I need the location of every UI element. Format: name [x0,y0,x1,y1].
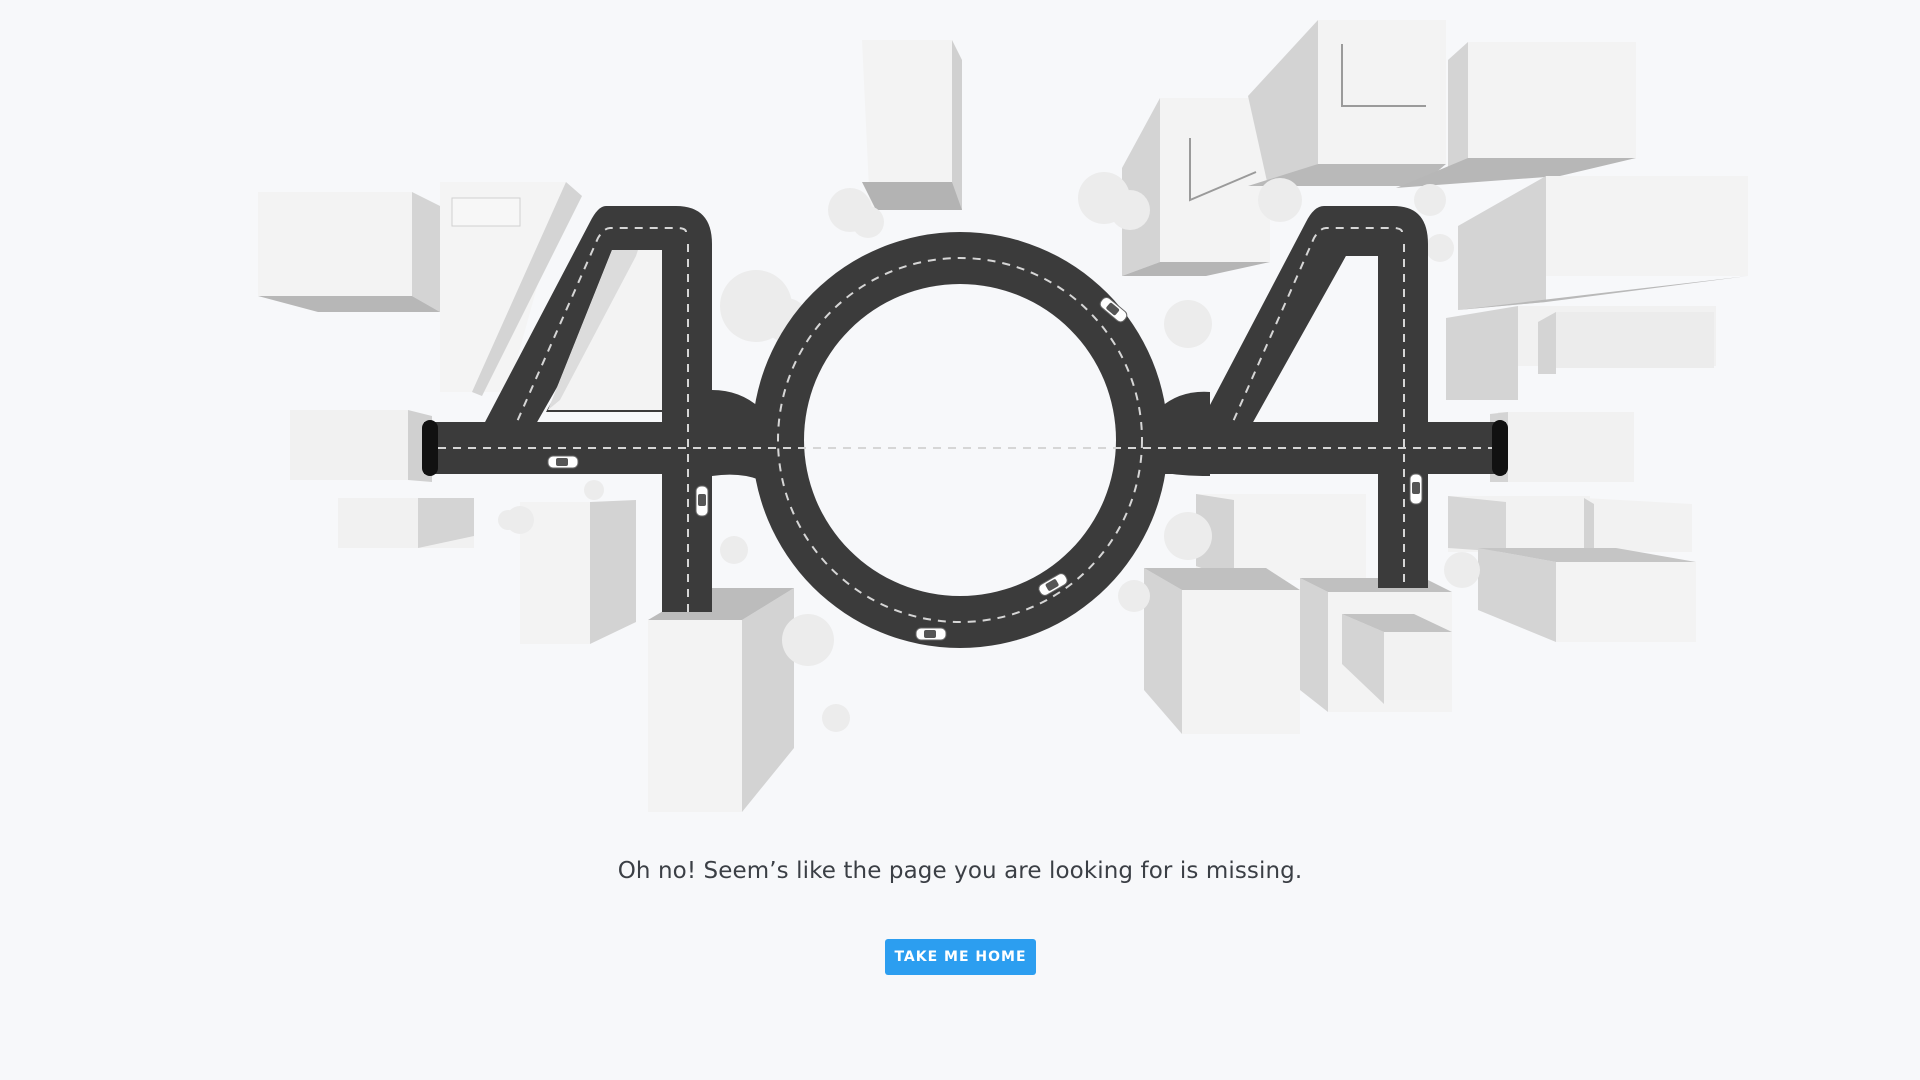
car [547,455,579,469]
404-city-roads-illustration [258,20,1748,812]
car [915,627,947,641]
error-404-page: Oh no! Seem’s like the page you are look… [0,0,1920,1080]
error-message: Oh no! Seem’s like the page you are look… [617,858,1303,884]
take-me-home-button[interactable]: TAKE ME HOME [885,939,1036,975]
car [1409,473,1423,505]
car [695,485,709,517]
